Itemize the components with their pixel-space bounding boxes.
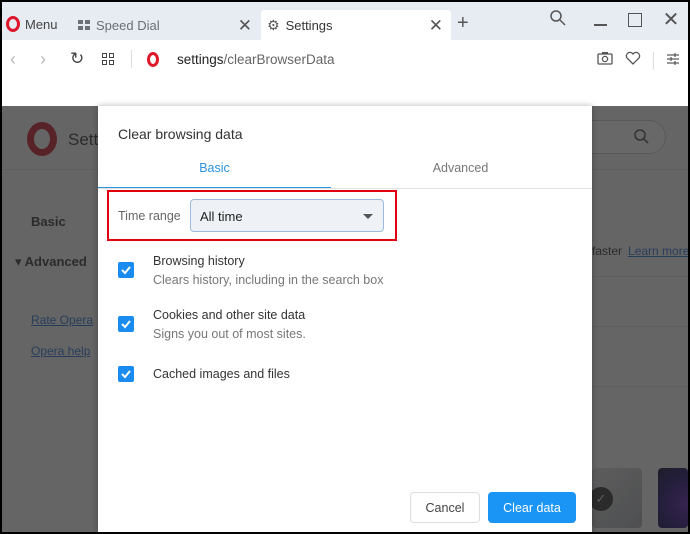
easy-setup-icon[interactable] — [666, 52, 680, 70]
heart-icon[interactable] — [625, 51, 641, 70]
url-host: settings — [177, 52, 224, 67]
browsing-history-checkbox[interactable] — [118, 262, 134, 278]
time-range-value: All time — [200, 209, 243, 224]
tabs-divider — [98, 188, 592, 189]
tab-label: Speed Dial — [96, 17, 160, 33]
time-range-select[interactable]: All time — [190, 199, 384, 232]
tab-settings[interactable]: ⚙ Settings ✕ — [261, 10, 451, 40]
opera-menu-button[interactable]: Menu — [6, 14, 58, 34]
cached-images-checkbox[interactable] — [118, 366, 134, 382]
search-tabs-icon[interactable] — [549, 9, 569, 29]
close-tab-icon[interactable]: ✕ — [238, 16, 252, 36]
option-description: Clears history, including in the search … — [153, 273, 384, 287]
option-description: Signs you out of most sites. — [153, 327, 306, 341]
option-label: Cached images and files — [153, 367, 290, 381]
forward-button[interactable]: › — [40, 49, 46, 70]
gear-icon: ⚙ — [267, 16, 280, 33]
tab-basic[interactable]: Basic — [98, 161, 331, 189]
reload-button[interactable]: ↻ — [70, 49, 84, 69]
opera-logo-icon — [6, 16, 20, 32]
maximize-button[interactable] — [621, 10, 647, 32]
opera-site-icon — [147, 52, 159, 67]
address-toolbar: ‹ › ↻ settings/clearBrowserData — [2, 40, 688, 80]
checkmark-icon — [121, 370, 131, 379]
speed-dial-grid-icon — [78, 20, 90, 30]
back-button[interactable]: ‹ — [10, 49, 16, 70]
tab-strip: Menu Speed Dial ✕ ⚙ Settings ✕ + ✕ — [2, 2, 688, 40]
close-window-button[interactable]: ✕ — [658, 7, 684, 31]
new-tab-button[interactable]: + — [457, 12, 469, 35]
option-label: Browsing history — [153, 254, 245, 268]
cookies-checkbox[interactable] — [118, 316, 134, 332]
clear-browsing-data-dialog: Clear browsing data Basic Advanced Time … — [98, 106, 592, 532]
close-tab-icon[interactable]: ✕ — [429, 16, 443, 36]
tab-advanced[interactable]: Advanced — [344, 161, 577, 187]
address-bar[interactable]: settings/clearBrowserData — [177, 52, 335, 67]
minimize-button[interactable] — [588, 10, 614, 32]
url-path: /clearBrowserData — [223, 52, 335, 67]
clear-data-button[interactable]: Clear data — [488, 492, 576, 523]
toolbar-divider — [653, 51, 654, 70]
tab-label: Settings — [285, 17, 333, 33]
chevron-down-icon — [363, 214, 373, 219]
option-label: Cookies and other site data — [153, 308, 306, 322]
cancel-button[interactable]: Cancel — [410, 492, 480, 523]
tab-snapshot-icon[interactable] — [102, 53, 114, 65]
dialog-title: Clear browsing data — [118, 126, 243, 142]
checkmark-icon — [121, 266, 131, 275]
camera-icon[interactable] — [597, 51, 613, 70]
tab-speed-dial[interactable]: Speed Dial ✕ — [74, 10, 260, 40]
menu-label: Menu — [25, 16, 58, 32]
time-range-label: Time range — [118, 209, 181, 223]
toolbar-divider — [131, 50, 132, 68]
browser-window: Menu Speed Dial ✕ ⚙ Settings ✕ + ✕ ‹ › ↻… — [2, 2, 688, 532]
checkmark-icon — [121, 320, 131, 329]
